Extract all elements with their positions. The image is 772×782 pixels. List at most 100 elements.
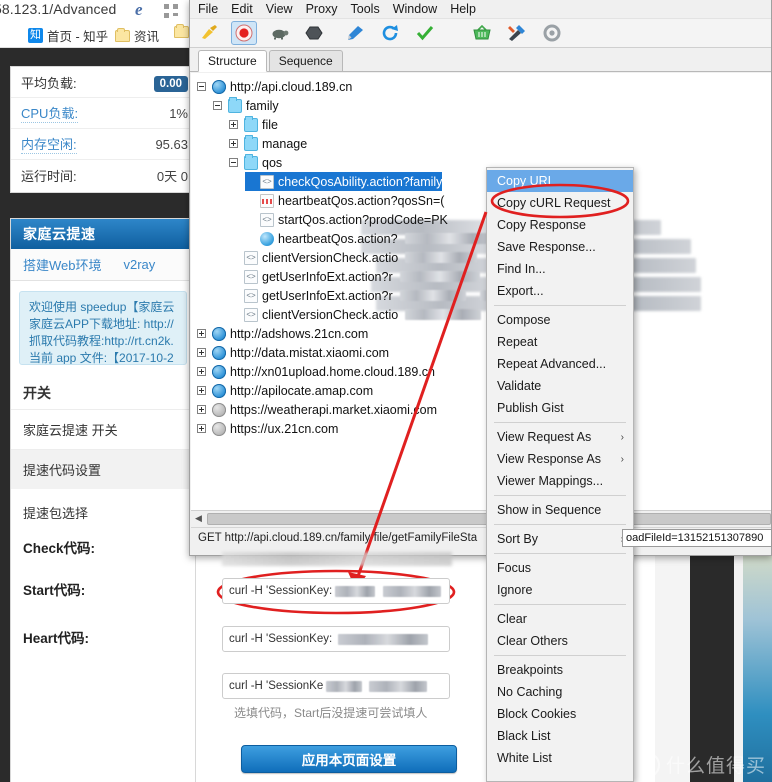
bookmark-folder-extra[interactable] [174, 24, 189, 38]
tree-node[interactable]: <> startQos.action?prodCode=PK [245, 210, 448, 229]
expand-icon[interactable] [197, 405, 206, 414]
compose-pen-icon[interactable] [342, 21, 368, 45]
menu-proxy[interactable]: Proxy [306, 2, 338, 16]
menu-separator [494, 495, 626, 496]
menu-item-repeat[interactable]: Repeat [487, 331, 633, 353]
address-bar-text[interactable]: 58.123.1/Advanced [0, 1, 116, 17]
validate-check-icon[interactable] [412, 21, 438, 45]
bookmark-zhihu[interactable]: 知 首页 - 知乎 [28, 26, 108, 45]
tree-node[interactable]: heartbeatQos.action?qosSn=( [245, 191, 444, 210]
menu-item-clear[interactable]: Clear [487, 608, 633, 630]
tab-structure[interactable]: Structure [198, 50, 267, 72]
status-label-link[interactable]: CPU负载: [21, 103, 79, 123]
status-label-link[interactable]: 内存空闲: [21, 134, 77, 154]
collapse-icon[interactable] [229, 158, 238, 167]
row-package-select[interactable]: 提速包选择 [11, 489, 195, 535]
doc-icon [260, 193, 274, 208]
tree-node[interactable]: file [229, 115, 278, 134]
tools-basket-icon[interactable] [469, 21, 495, 45]
tree-node[interactable]: <> checkQosAbility.action?family [245, 172, 443, 191]
tab-v2ray[interactable]: v2ray [124, 257, 156, 272]
menu-item-find-in[interactable]: Find In... [487, 258, 633, 280]
tree-node[interactable]: family [213, 96, 279, 115]
info-line: 抓取代码教程:http://rt.cn2k. [29, 334, 174, 348]
menu-item-compose[interactable]: Compose [487, 309, 633, 331]
menu-item-sort-by[interactable]: Sort By› [487, 528, 633, 550]
menu-item-view-request-as[interactable]: View Request As › [487, 426, 633, 448]
tab-web-env[interactable]: 搭建Web环境 [23, 255, 102, 274]
menu-item-focus[interactable]: Focus [487, 557, 633, 579]
tree-node[interactable]: http://api.cloud.189.cn [197, 77, 352, 96]
expand-icon[interactable] [197, 348, 206, 357]
apply-settings-button[interactable]: 应用本页面设置 [241, 745, 457, 773]
menu-item-save-response[interactable]: Save Response... [487, 236, 633, 258]
menu-item-export[interactable]: Export... [487, 280, 633, 302]
expand-icon[interactable] [197, 424, 206, 433]
tree-node[interactable]: http://xn01upload.home.cloud.189.cn [197, 362, 435, 381]
tools-wrench-icon[interactable] [504, 21, 530, 45]
tree-node[interactable]: manage [229, 134, 307, 153]
clear-broom-icon[interactable] [196, 21, 222, 45]
request-tree-pane[interactable]: http://api.cloud.189.cn family file manage q… [191, 73, 771, 510]
expand-icon[interactable] [197, 386, 206, 395]
expand-icon[interactable] [229, 120, 238, 129]
expand-icon[interactable] [197, 367, 206, 376]
tree-node[interactable]: http://apilocate.amap.com [197, 381, 373, 400]
settings-gear-icon[interactable] [539, 21, 565, 45]
tree-node[interactable]: <> getUserInfoExt.action?r [229, 286, 520, 305]
qr-code-icon[interactable] [164, 4, 178, 18]
tree-node[interactable]: qos [229, 153, 282, 172]
scroll-left-arrow[interactable]: ◀ [191, 512, 206, 526]
start-code-input[interactable]: curl -H 'SessionKey: [222, 626, 450, 652]
tree-horizontal-scrollbar[interactable]: ◀ [191, 510, 771, 526]
menu-item-white-list[interactable]: White List [487, 747, 633, 769]
collapse-icon[interactable] [213, 101, 222, 110]
breakpoint-hexagon-icon[interactable] [301, 21, 327, 45]
menu-item-publish-gist[interactable]: Publish Gist [487, 397, 633, 419]
context-menu[interactable]: Copy URL Copy cURL Request Copy Response Sa… [486, 167, 634, 782]
row-speedup-switch[interactable]: 家庭云提速 开关 [11, 409, 195, 449]
menu-item-show-in-sequence[interactable]: Show in Sequence [487, 499, 633, 521]
menu-view[interactable]: View [266, 2, 293, 16]
expand-icon[interactable] [229, 139, 238, 148]
menu-item-block-cookies[interactable]: Block Cookies [487, 703, 633, 725]
menu-item-label: Export... [497, 284, 544, 298]
tree-node[interactable]: http://data.mistat.xiaomi.com [197, 343, 389, 362]
menu-item-black-list[interactable]: Black List [487, 725, 633, 747]
tab-sequence[interactable]: Sequence [268, 50, 343, 71]
menu-item-view-response-as[interactable]: View Response As › [487, 448, 633, 470]
menu-item-clear-others[interactable]: Clear Others [487, 630, 633, 652]
menu-item-breakpoints[interactable]: Breakpoints [487, 659, 633, 681]
internet-explorer-icon[interactable]: e [135, 0, 143, 20]
menu-item-repeat-advanced[interactable]: Repeat Advanced... [487, 353, 633, 375]
menu-item-no-caching[interactable]: No Caching [487, 681, 633, 703]
tree-node[interactable]: <> clientVersionCheck.actio [229, 248, 518, 267]
menu-item-copy-response[interactable]: Copy Response [487, 214, 633, 236]
heart-code-input[interactable]: curl -H 'SessionKe [222, 673, 450, 699]
tree-node[interactable]: http://adshows.21cn.com [197, 324, 368, 343]
throttle-turtle-icon[interactable] [266, 21, 292, 45]
menu-item-copy-curl-request[interactable]: Copy cURL Request [487, 192, 633, 214]
row-label: 提速代码设置 [23, 463, 102, 478]
menu-file[interactable]: File [198, 2, 218, 16]
menu-window[interactable]: Window [393, 2, 437, 16]
menu-help[interactable]: Help [450, 2, 476, 16]
globe-icon [212, 79, 226, 94]
tree-node[interactable]: <> clientVersionCheck.actio [229, 305, 524, 324]
bookmark-folder-news[interactable]: 资讯 [115, 26, 159, 45]
menu-item-viewer-mappings[interactable]: Viewer Mappings... [487, 470, 633, 492]
menu-tools[interactable]: Tools [351, 2, 380, 16]
collapse-icon[interactable] [197, 82, 206, 91]
tree-node[interactable]: <> getUserInfoExt.action?r [229, 267, 528, 286]
menu-item-ignore[interactable]: Ignore [487, 579, 633, 601]
check-code-input[interactable]: curl -H 'SessionKey: [222, 578, 450, 604]
menu-item-validate[interactable]: Validate [487, 375, 633, 397]
menu-item-copy-url[interactable]: Copy URL [487, 170, 633, 192]
menu-edit[interactable]: Edit [231, 2, 253, 16]
tree-node[interactable]: https://ux.21cn.com [197, 419, 338, 438]
tree-node[interactable]: https://weatherapi.market.xiaomi.com [197, 400, 437, 419]
record-icon[interactable] [231, 21, 257, 45]
repeat-refresh-icon[interactable] [377, 21, 403, 45]
expand-icon[interactable] [197, 329, 206, 338]
row-code-settings[interactable]: 提速代码设置 [11, 449, 195, 489]
